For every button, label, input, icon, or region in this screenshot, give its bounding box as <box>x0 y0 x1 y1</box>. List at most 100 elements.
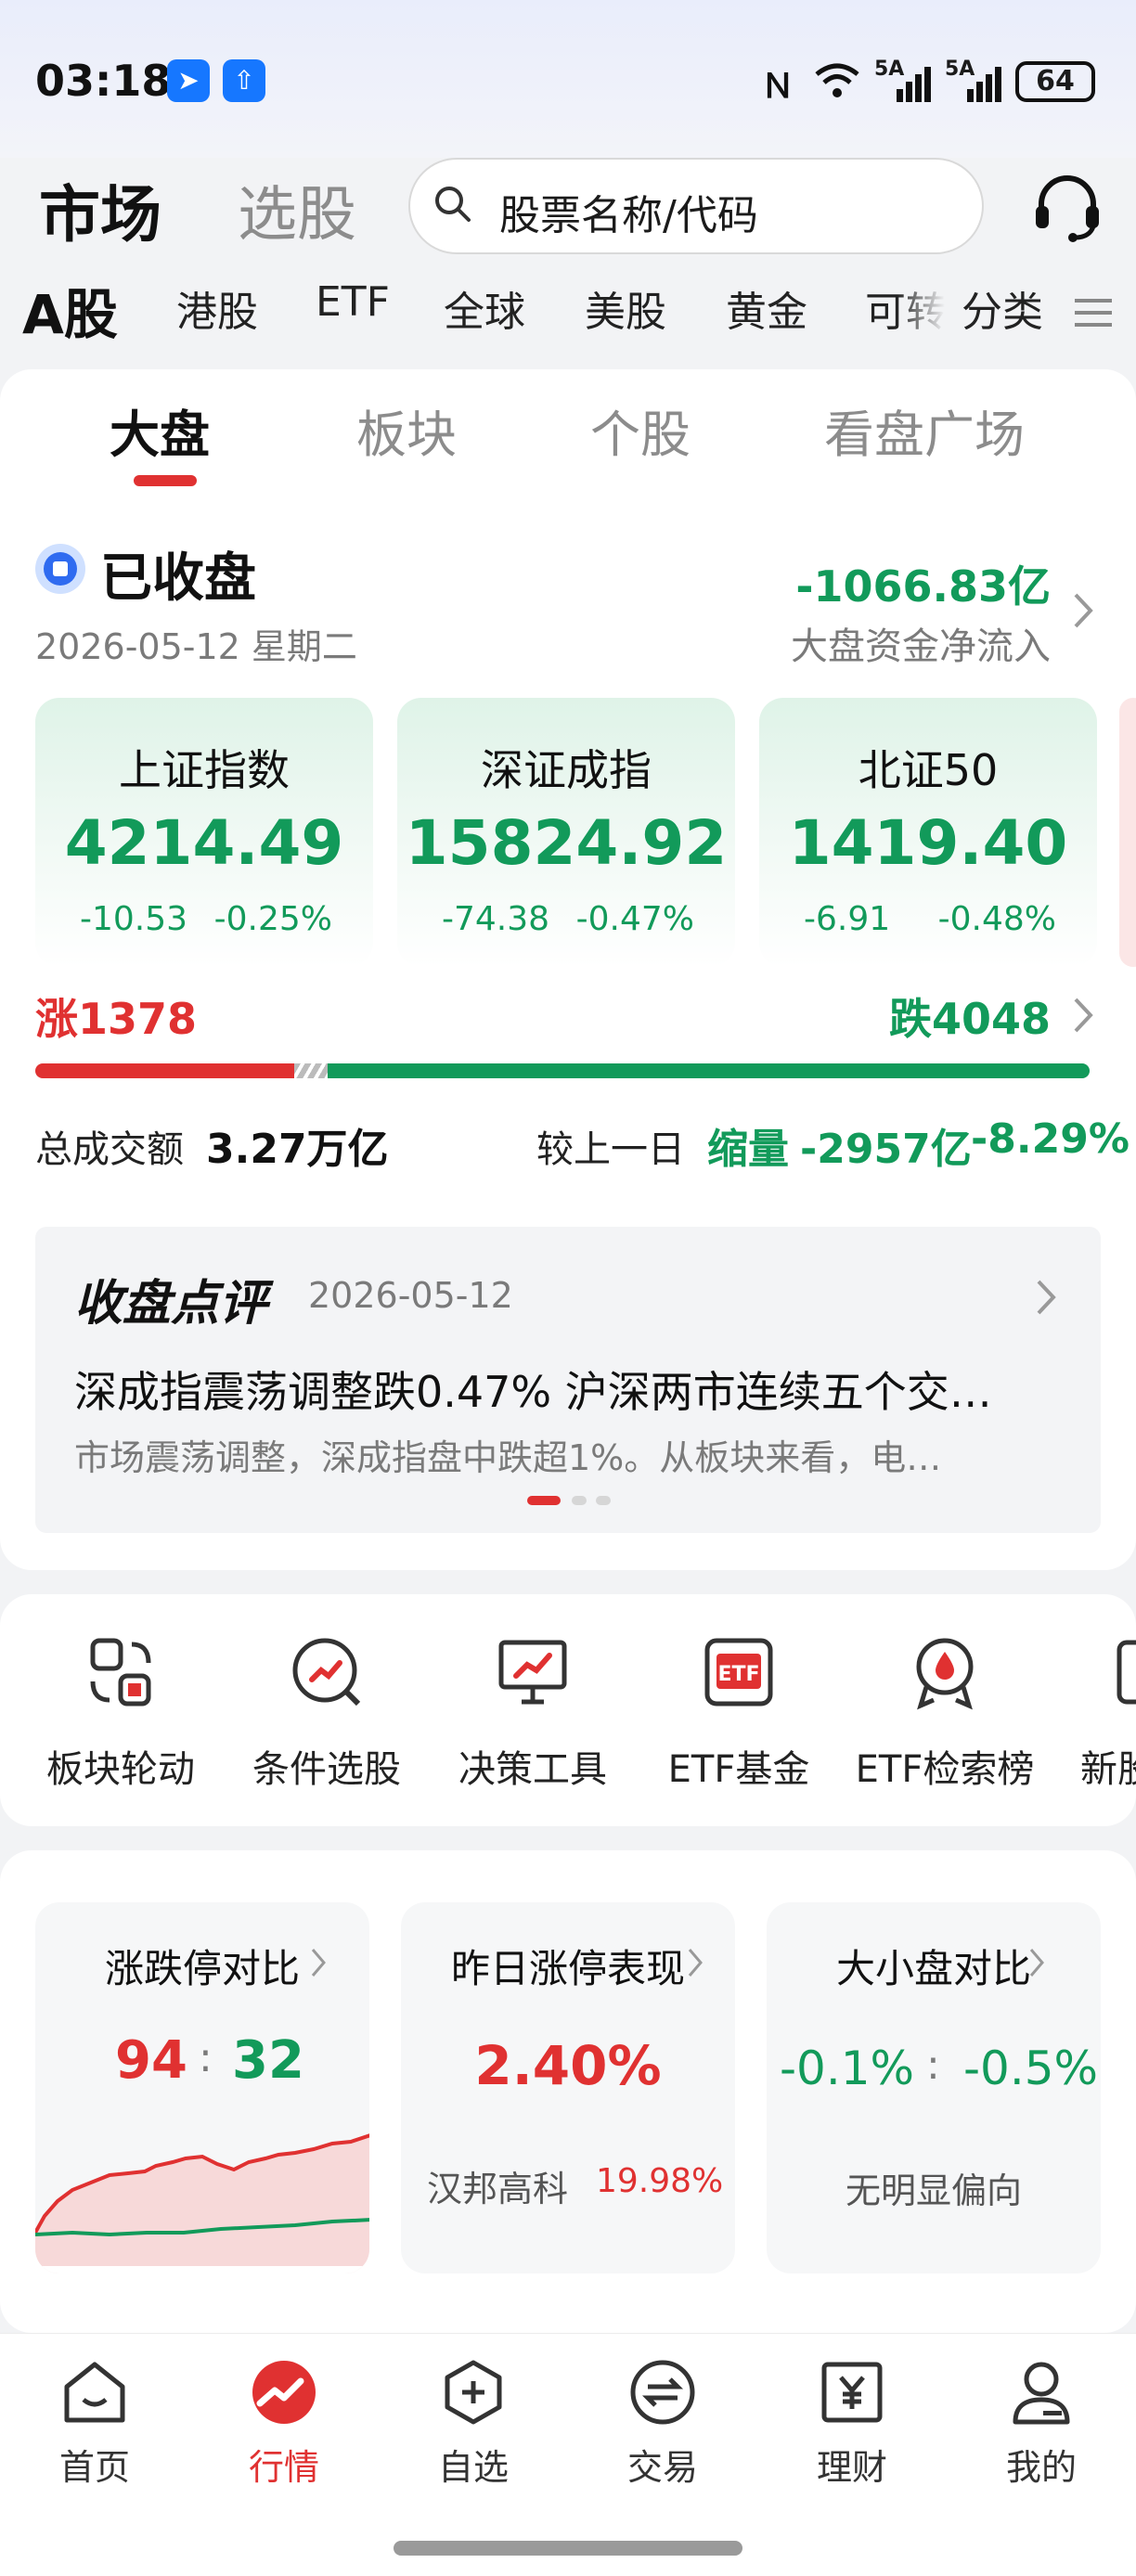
tab-square[interactable]: 看盘广场 <box>824 393 1025 467</box>
card-title: 大小盘对比 <box>835 1946 1031 1991</box>
tool-condition-picker[interactable]: 条件选股 <box>234 1633 420 1793</box>
tool-decision[interactable]: 决策工具 <box>440 1633 626 1793</box>
chevron-right-icon <box>311 1949 326 1977</box>
nav-label: 我的 <box>1005 2447 1077 2488</box>
active-tab-indicator <box>134 475 197 486</box>
nfc-icon: Ｎ <box>761 68 795 106</box>
signal-icon <box>897 67 931 102</box>
chevron-right-icon <box>688 1949 703 1977</box>
down-count[interactable]: 跌4048 <box>889 985 1051 1047</box>
index-pct: -0.48% <box>937 900 1056 938</box>
card-title: 昨日涨停表现 <box>450 1946 685 1991</box>
menu-icon[interactable] <box>1075 299 1112 327</box>
tool-label: 新股 <box>1080 1748 1136 1791</box>
category-tab-etf[interactable]: ETF <box>316 278 390 326</box>
chevron-right-icon[interactable] <box>1036 1279 1056 1316</box>
category-tab-us[interactable]: 美股 <box>585 278 666 338</box>
nav-trade[interactable]: 交易 <box>598 2357 728 2490</box>
category-tab-a-share[interactable]: A股 <box>22 271 118 349</box>
turnover-compare-label: 较上一日 <box>536 1128 685 1171</box>
nav-profile[interactable]: 我的 <box>976 2357 1106 2490</box>
signal-icon-2 <box>967 67 1001 102</box>
tab-stocks[interactable]: 个股 <box>590 393 691 467</box>
tab-sectors[interactable]: 板块 <box>356 393 457 467</box>
commentary-logo: 收盘点评 <box>74 1276 268 1332</box>
page-title[interactable]: 市场 <box>39 165 161 254</box>
category-tab-global[interactable]: 全球 <box>444 278 525 338</box>
customer-service-icon[interactable] <box>1028 167 1106 245</box>
nav-wealth[interactable]: 理财 <box>787 2357 917 2490</box>
tab-market[interactable]: 大盘 <box>110 393 210 467</box>
size-compare-card[interactable]: 大小盘对比 -0.1% : -0.5% 无明显偏向 <box>767 1902 1101 2273</box>
category-tab-classify[interactable]: 分类 <box>962 278 1043 338</box>
upload-notification-icon: ⇧ <box>223 59 265 102</box>
index-name: 北证50 <box>858 745 999 795</box>
tool-label: ETF基金 <box>667 1748 810 1791</box>
turnover-value: 3.27万亿 <box>206 1126 389 1173</box>
wifi-icon <box>815 63 859 97</box>
size-sep: : <box>926 2041 940 2089</box>
nav-label: 理财 <box>816 2447 887 2488</box>
tool-etf-ranking[interactable]: ETF检索榜 <box>852 1633 1038 1793</box>
market-icon <box>252 2361 316 2424</box>
index-value: 4214.49 <box>64 807 344 879</box>
search-input[interactable]: 股票名称/代码 <box>408 158 984 254</box>
net-flow-value[interactable]: -1066.83亿 <box>795 553 1051 614</box>
index-change: -6.91 <box>804 900 891 938</box>
index-card-shenzhen[interactable]: 深证成指 15824.92 -74.38 -0.47% <box>397 698 735 967</box>
limit-up-count: 94 <box>115 2030 187 2091</box>
index-card-next[interactable] <box>1119 698 1136 967</box>
decision-tool-icon <box>498 1640 567 1705</box>
turnover-label: 总成交额 <box>35 1128 184 1171</box>
chevron-right-icon[interactable] <box>1073 592 1093 629</box>
turnover-compare-kind: 缩量 <box>707 1126 789 1173</box>
carousel-dot-active <box>527 1496 561 1505</box>
tool-new-stock[interactable]: 新股 <box>1058 1633 1136 1793</box>
index-value: 1419.40 <box>788 807 1068 879</box>
tab-stock-picker[interactable]: 选股 <box>238 167 356 252</box>
tool-label: 板块轮动 <box>46 1748 195 1791</box>
leading-stock-pct: 19.98% <box>596 2162 724 2200</box>
yesterday-limit-pct: 2.40% <box>474 2034 662 2097</box>
breadth-bar-flat <box>294 1063 328 1078</box>
trade-icon <box>630 2360 695 2425</box>
svg-text:ETF: ETF <box>717 1663 759 1686</box>
index-change: -74.38 <box>442 900 550 938</box>
new-stock-icon <box>1117 1640 1136 1705</box>
commentary-headline: 深成指震荡调整跌0.47% 沪深两市连续五个交… <box>74 1367 992 1417</box>
wealth-icon <box>821 2362 883 2423</box>
tool-label: 条件选股 <box>252 1748 401 1791</box>
nav-market[interactable]: 行情 <box>219 2357 349 2490</box>
turnover-compare-pct: -8.29% <box>971 1115 1130 1163</box>
yesterday-limit-card[interactable]: 昨日涨停表现 2.40% 汉邦高科 19.98% <box>401 1902 735 2273</box>
tool-sector-rotation[interactable]: 板块轮动 <box>28 1633 213 1793</box>
limit-compare-card[interactable]: 涨跌停对比 94 : 32 <box>35 1902 369 2273</box>
nav-label: 自选 <box>437 2447 509 2488</box>
index-pct: -0.47% <box>575 900 694 938</box>
commentary-summary: 市场震荡调整，深成指盘中跌超1%。从板块来看，电… <box>74 1437 942 1478</box>
search-placeholder: 股票名称/代码 <box>499 192 758 239</box>
large-cap-change: -0.1% <box>780 2041 915 2095</box>
index-change: -10.53 <box>80 900 188 938</box>
chevron-right-icon[interactable] <box>1073 997 1093 1034</box>
category-tab-hk[interactable]: 港股 <box>176 278 258 338</box>
tool-label: 决策工具 <box>458 1748 607 1791</box>
index-value: 15824.92 <box>405 807 728 879</box>
app-notification-icon: ➤ <box>167 59 210 102</box>
category-tab-gold[interactable]: 黄金 <box>726 278 807 338</box>
nav-home[interactable]: 首页 <box>30 2357 160 2490</box>
watchlist-icon <box>445 2360 502 2425</box>
market-date: 2026-05-12 星期二 <box>35 626 357 667</box>
category-tab-convertible[interactable]: 可转 <box>865 278 945 338</box>
index-card-bse50[interactable]: 北证50 1419.40 -6.91 -0.48% <box>759 698 1097 967</box>
bottom-nav <box>0 2333 1136 2576</box>
status-time: 03:18 <box>35 56 172 106</box>
tool-etf-fund[interactable]: ETF ETF基金 <box>646 1633 832 1793</box>
up-count: 涨1378 <box>35 994 198 1044</box>
condition-picker-icon <box>292 1638 361 1707</box>
nav-watchlist[interactable]: 自选 <box>408 2357 538 2490</box>
etf-ranking-icon <box>916 1638 974 1710</box>
index-name: 上证指数 <box>119 745 290 795</box>
index-card-shanghai[interactable]: 上证指数 4214.49 -10.53 -0.25% <box>35 698 373 967</box>
carousel-dot <box>596 1496 611 1505</box>
